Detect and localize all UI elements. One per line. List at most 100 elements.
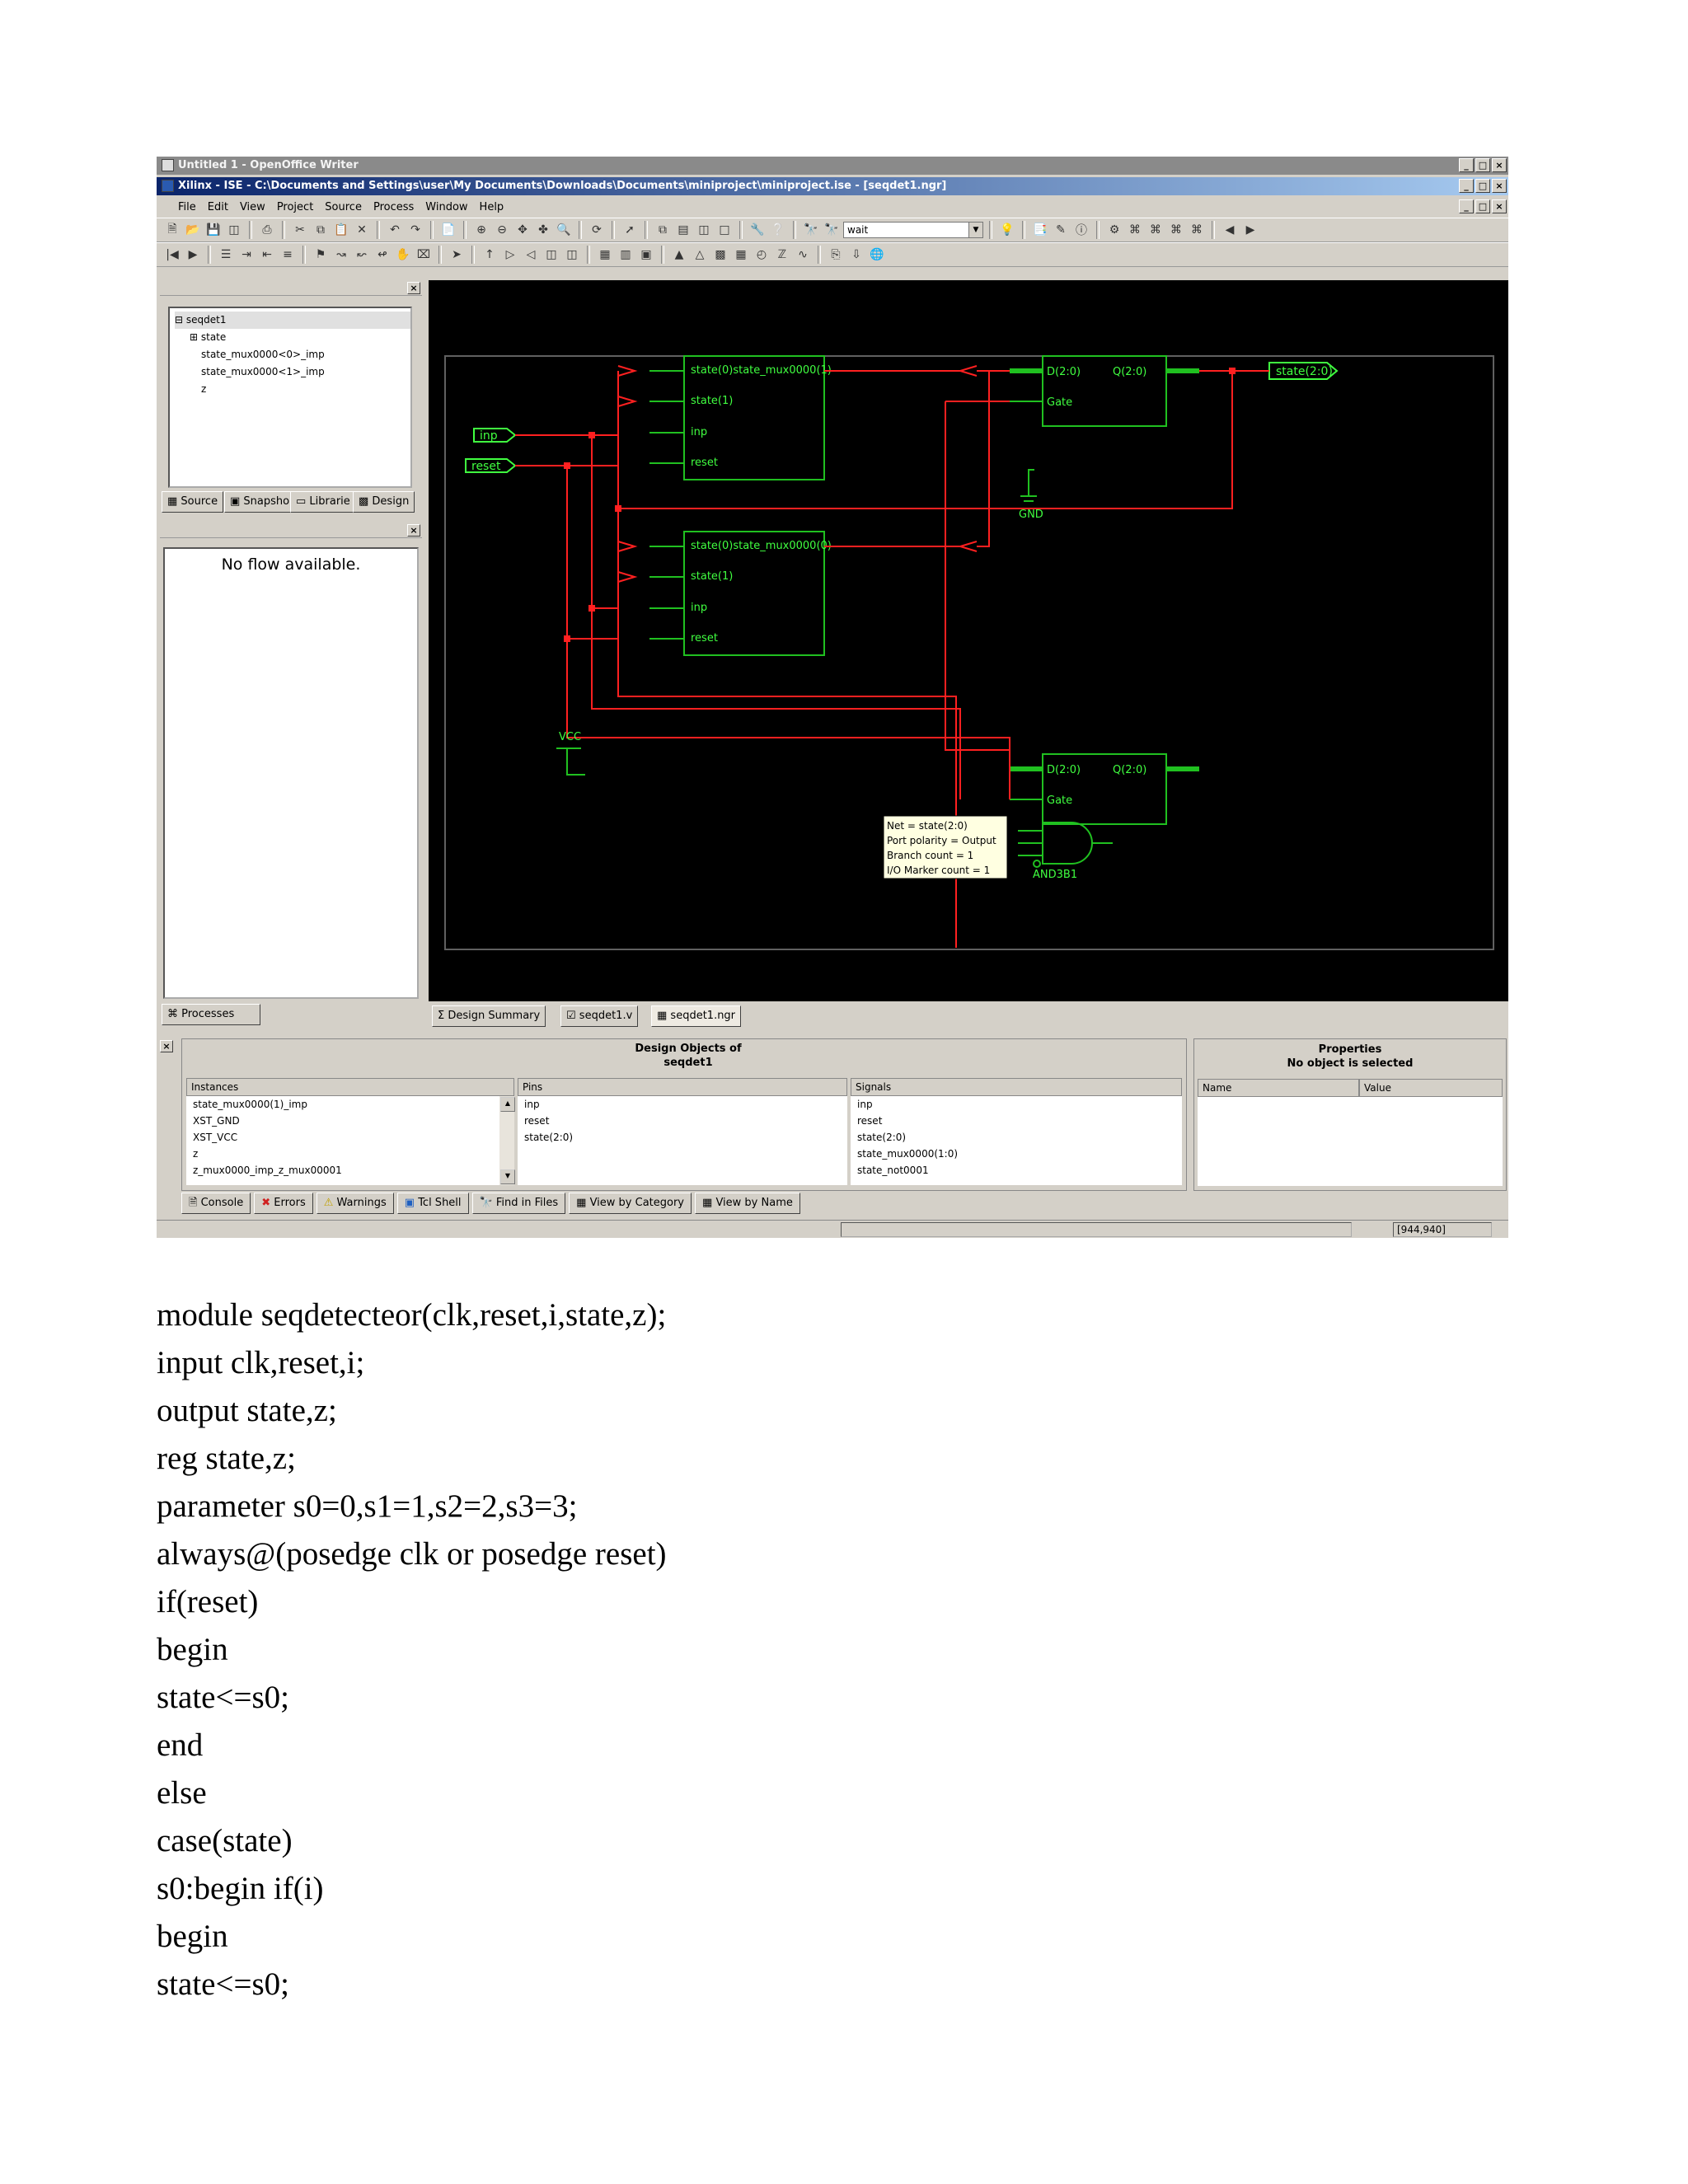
tree-node-mux1[interactable]: state_mux0000<1>_imp <box>175 363 410 381</box>
tool-b-icon[interactable]: ⌘ <box>1146 221 1165 239</box>
delete-icon[interactable]: ✕ <box>353 221 371 239</box>
and3b1-gate[interactable] <box>1042 822 1093 865</box>
tab-libraries[interactable]: ▭ Librarie <box>290 491 356 513</box>
vcc-symbol[interactable] <box>556 748 585 776</box>
menu-help[interactable]: Help <box>480 201 504 213</box>
zoom-in-icon[interactable]: ⊕ <box>472 221 490 239</box>
instance-item[interactable]: XST_VCC <box>186 1129 499 1146</box>
back-icon[interactable]: ◀ <box>1221 221 1239 239</box>
close-button[interactable]: × <box>1492 158 1507 172</box>
tab-seqdet1-ngr[interactable]: ▦ seqdet1.ngr <box>651 1005 742 1027</box>
indent-icon[interactable]: ⇥ <box>237 246 256 264</box>
chevron-down-icon[interactable]: ▼ <box>968 223 982 237</box>
tab-find-in-files[interactable]: 🔭 Find in Files <box>471 1193 566 1214</box>
schematic-icon[interactable]: ▦ <box>596 246 614 264</box>
menu-process[interactable]: Process <box>373 201 414 213</box>
download-icon[interactable]: ⇩ <box>847 246 865 264</box>
menu-edit[interactable]: Edit <box>208 201 228 213</box>
tool-c-icon[interactable]: ⌘ <box>1167 221 1185 239</box>
ise-minimize-button[interactable]: _ <box>1459 179 1474 193</box>
child-close-button[interactable]: × <box>1492 199 1507 213</box>
pin-item[interactable]: reset <box>518 1113 847 1129</box>
binoculars-icon[interactable]: 🔭 <box>802 221 820 239</box>
child-restore-button[interactable]: □ <box>1475 199 1490 213</box>
wave-icon[interactable]: ∿ <box>794 246 812 264</box>
synth-icon[interactable]: △ <box>691 246 709 264</box>
wrench-icon[interactable]: 🔧 <box>748 221 767 239</box>
tool-d-icon[interactable]: ⌘ <box>1188 221 1206 239</box>
sources-close-icon[interactable]: × <box>407 282 420 294</box>
scroll-up-icon[interactable]: ▲ <box>500 1097 515 1112</box>
tree-node-root[interactable]: ⊟ seqdet1 <box>175 312 410 329</box>
child-minimize-button[interactable]: _ <box>1459 199 1474 213</box>
hand-icon[interactable]: ✋ <box>394 246 412 264</box>
instance-item[interactable]: z_mux0000_imp_z_mux00001 <box>186 1162 499 1179</box>
menu-view[interactable]: View <box>240 201 265 213</box>
redo-icon[interactable]: ↷ <box>406 221 424 239</box>
menu-window[interactable]: Window <box>425 201 467 213</box>
tab-design[interactable]: ▩ Design <box>353 491 415 513</box>
tab-seqdet1-v[interactable]: ☑ seqdet1.v <box>560 1005 639 1027</box>
pin-item[interactable]: state(2:0) <box>518 1129 847 1146</box>
add-output-icon[interactable]: ◁ <box>522 246 540 264</box>
undo-icon[interactable]: ↶ <box>386 221 404 239</box>
align-icon[interactable]: ☰ <box>217 246 235 264</box>
bookmark-next-icon[interactable]: ↝ <box>332 246 350 264</box>
print-icon[interactable]: ⎙ <box>258 221 276 239</box>
signal-item[interactable]: state_mux0000(1:0) <box>851 1146 1182 1162</box>
menu-file[interactable]: File <box>178 201 196 213</box>
tile-horizontal-icon[interactable]: ▤ <box>674 221 692 239</box>
chip-icon[interactable]: ▩ <box>711 246 729 264</box>
bookmark-icon[interactable]: ⚑ <box>312 246 330 264</box>
clear-icon[interactable]: ⌧ <box>415 246 433 264</box>
pin-item[interactable]: inp <box>518 1096 847 1113</box>
tree-node-mux0[interactable]: state_mux0000<0>_imp <box>175 346 410 363</box>
zoom-full-icon[interactable]: ✥ <box>513 221 532 239</box>
tab-view-by-category[interactable]: ▦ View by Category <box>569 1193 692 1214</box>
push-icon[interactable]: ↑ <box>481 246 499 264</box>
ise-close-button[interactable]: × <box>1492 179 1507 193</box>
instance-item[interactable]: z <box>186 1146 499 1162</box>
ise-maximize-button[interactable]: □ <box>1475 179 1490 193</box>
zoom-select-icon[interactable]: 🔍 <box>555 221 573 239</box>
save-icon[interactable]: 💾 <box>204 221 223 239</box>
implement-icon[interactable]: ▲ <box>670 246 688 264</box>
web-icon[interactable]: 🌐 <box>868 246 886 264</box>
paste-icon[interactable]: 📋 <box>332 221 350 239</box>
info-icon[interactable]: ⓘ <box>1072 221 1090 239</box>
tab-processes[interactable]: ⌘ Processes <box>162 1004 260 1025</box>
signal-item[interactable]: reset <box>851 1113 1182 1129</box>
add-input-icon[interactable]: ▷ <box>501 246 519 264</box>
floorplan-icon[interactable]: ▦ <box>732 246 750 264</box>
text-icon[interactable]: ℤ <box>773 246 791 264</box>
open-folder-icon[interactable]: 📂 <box>184 221 202 239</box>
restore-button[interactable]: □ <box>1475 158 1490 172</box>
tab-errors[interactable]: ✖ Errors <box>254 1193 313 1214</box>
tab-view-by-name[interactable]: ▦ View by Name <box>695 1193 800 1214</box>
first-icon[interactable]: |◀ <box>163 246 181 264</box>
help-pointer-icon[interactable]: ❔ <box>769 221 787 239</box>
cut-icon[interactable]: ✂ <box>291 221 309 239</box>
bookmark-clear-icon[interactable]: ↫ <box>373 246 392 264</box>
refresh-icon[interactable]: ⟳ <box>588 221 606 239</box>
cascade-icon[interactable]: ⧉ <box>654 221 672 239</box>
find-next-icon[interactable]: 🔭 <box>823 221 841 239</box>
outdent-icon[interactable]: ⇤ <box>258 246 276 264</box>
document-icon[interactable]: 📄 <box>439 221 457 239</box>
menu-project[interactable]: Project <box>277 201 313 213</box>
tab-warnings[interactable]: ⚠ Warnings <box>316 1193 394 1214</box>
zoom-out-icon[interactable]: ⊖ <box>493 221 511 239</box>
tab-source[interactable]: ▦ Source <box>162 491 224 513</box>
bookmark-prev-icon[interactable]: ↜ <box>353 246 371 264</box>
gnd-symbol[interactable] <box>1020 469 1037 502</box>
module-icon[interactable]: ▣ <box>637 246 655 264</box>
tab-design-summary[interactable]: Σ Design Summary <box>432 1005 546 1027</box>
tab-tcl-shell[interactable]: ▣ Tcl Shell <box>396 1193 469 1214</box>
tool-a-icon[interactable]: ⌘ <box>1126 221 1144 239</box>
search-combo[interactable]: wait ▼ <box>843 222 983 238</box>
menu-source[interactable]: Source <box>325 201 362 213</box>
new-file-icon[interactable]: 🗎 <box>163 221 181 239</box>
instances-scrollbar[interactable]: ▲ ▼ <box>499 1096 515 1185</box>
copy-icon[interactable]: ⧉ <box>312 221 330 239</box>
hierarchy-icon[interactable]: ▥ <box>617 246 635 264</box>
